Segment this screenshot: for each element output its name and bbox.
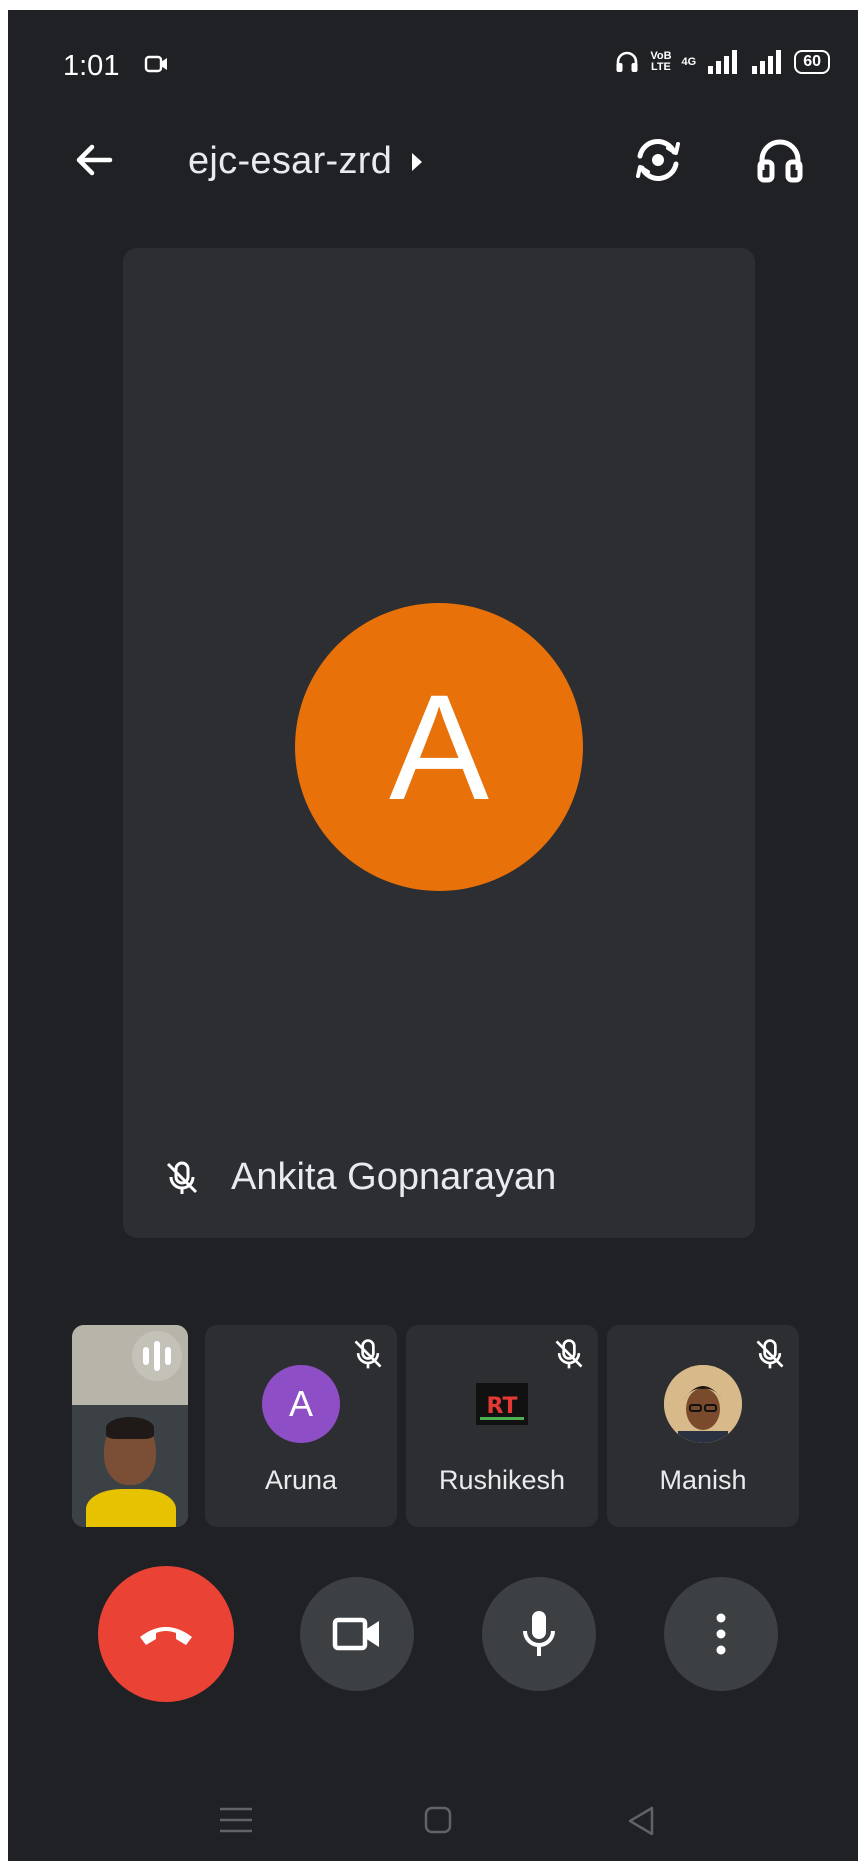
meeting-code: ejc-esar-zrd <box>188 140 393 182</box>
main-participant-tile[interactable]: A Ankita Gopnarayan <box>123 248 755 1238</box>
battery-indicator: 60 <box>794 50 830 74</box>
more-vert-icon <box>716 1613 726 1655</box>
play-arrow-icon <box>412 152 423 171</box>
back-arrow-icon[interactable] <box>70 136 118 184</box>
volte-bottom: LTE <box>650 61 671 73</box>
mic-toggle-button[interactable] <box>482 1577 596 1691</box>
avatar-photo <box>664 1365 742 1443</box>
camera-icon <box>144 55 167 73</box>
signal-icon-2 <box>752 50 782 74</box>
audio-level-icon <box>132 1331 182 1381</box>
participant-name: Rushikesh <box>438 1465 566 1495</box>
meet-call-screen: 1:01 VoB LTE 4G 60 ejc-esar-zrd A Ankita… <box>8 10 858 1861</box>
more-options-button[interactable] <box>664 1577 778 1691</box>
volte-indicator: VoB LTE <box>650 51 671 73</box>
call-header: ejc-esar-zrd <box>8 110 858 220</box>
camera-toggle-button[interactable] <box>300 1577 414 1691</box>
signal-icon <box>708 50 738 74</box>
mic-off-icon <box>555 1339 583 1369</box>
participant-tile-rushikesh[interactable]: RT Rushikesh <box>406 1325 598 1527</box>
headphones-icon[interactable] <box>750 130 810 190</box>
network-type: 4G <box>681 56 697 68</box>
self-view-shirt <box>86 1489 176 1527</box>
self-view-hair <box>106 1417 154 1439</box>
meeting-code-button[interactable]: ejc-esar-zrd <box>188 140 424 183</box>
participant-tile-manish[interactable]: Manish <box>607 1325 799 1527</box>
participant-tile-aruna[interactable]: A Aruna <box>205 1325 397 1527</box>
main-name-row: Ankita Gopnarayan <box>163 1156 556 1199</box>
status-time: 1:01 <box>63 50 120 82</box>
headset-status-icon <box>616 51 638 72</box>
main-avatar: A <box>295 603 583 891</box>
end-call-icon <box>140 1627 192 1645</box>
manish-photo <box>664 1365 742 1443</box>
self-view-tile[interactable] <box>72 1325 188 1527</box>
status-bar: 1:01 VoB LTE 4G 60 <box>8 10 858 110</box>
status-icons: VoB LTE 4G 60 <box>614 50 830 74</box>
mic-off-icon <box>166 1161 198 1194</box>
home-icon[interactable] <box>423 1805 453 1835</box>
main-participant-name: Ankita Gopnarayan <box>231 1156 557 1198</box>
menu-icon[interactable] <box>218 1805 254 1835</box>
rt-logo: RT <box>476 1383 528 1425</box>
switch-camera-icon[interactable] <box>628 130 688 190</box>
mic-off-icon <box>354 1339 382 1369</box>
participant-name: Aruna <box>264 1465 338 1495</box>
video-icon <box>332 1617 379 1651</box>
avatar: A <box>262 1365 340 1443</box>
nav-back-icon[interactable] <box>626 1805 656 1837</box>
end-call-button[interactable] <box>98 1566 234 1702</box>
mic-off-icon <box>756 1339 784 1369</box>
participant-name: Manish <box>659 1465 747 1495</box>
rt-logo-text: RT <box>487 1394 518 1419</box>
mic-icon <box>523 1611 555 1656</box>
